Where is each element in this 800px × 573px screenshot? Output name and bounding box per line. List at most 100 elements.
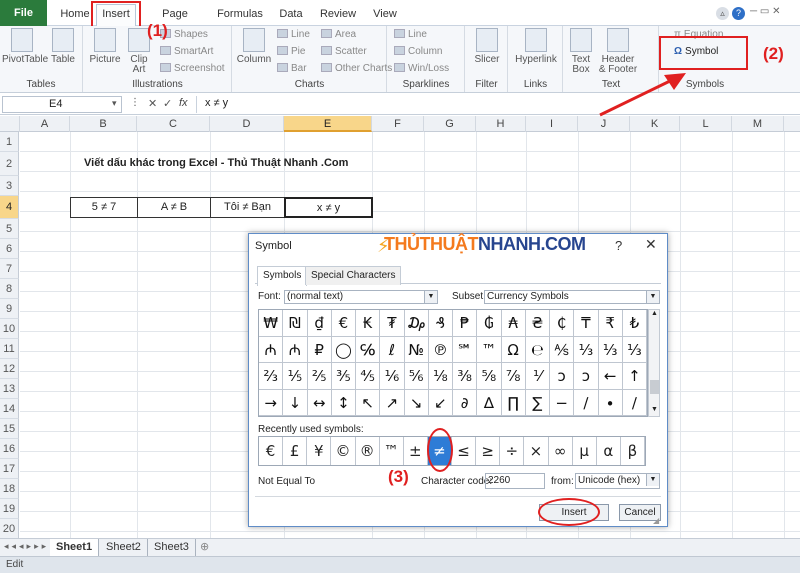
row-header-4[interactable]: 4: [0, 196, 19, 219]
symbol-cell[interactable]: ₯: [404, 310, 429, 337]
recent-symbol[interactable]: β: [621, 437, 645, 465]
bar-chart-button[interactable]: Bar: [277, 62, 307, 76]
symbol-cell[interactable]: ⅓: [598, 336, 623, 363]
row-header-9[interactable]: 9: [0, 299, 19, 319]
row-header-12[interactable]: 12: [0, 359, 19, 379]
dialog-help-button[interactable]: ?: [615, 238, 622, 253]
tab-file[interactable]: File: [0, 0, 47, 26]
recent-symbol[interactable]: µ: [573, 437, 597, 465]
row-header-7[interactable]: 7: [0, 259, 19, 279]
column-header-d[interactable]: D: [210, 116, 284, 132]
column-chart-button[interactable]: Column: [235, 28, 273, 65]
from-select[interactable]: Unicode (hex) ▼: [575, 473, 660, 489]
new-sheet-icon[interactable]: ⊕: [200, 540, 209, 553]
symbol-cell[interactable]: ⅔: [259, 363, 284, 390]
symbol-cell[interactable]: ₳: [501, 310, 526, 337]
scroll-down-icon[interactable]: ▼: [651, 406, 658, 413]
symbol-cell[interactable]: ℓ: [380, 336, 405, 363]
symbol-cell[interactable]: ₼: [283, 336, 308, 363]
line-chart-button[interactable]: Line: [277, 28, 310, 42]
column-header-g[interactable]: G: [424, 116, 476, 132]
symbol-cell[interactable]: ₫: [307, 310, 332, 337]
row-header-19[interactable]: 19: [0, 499, 19, 519]
symbol-cell[interactable]: ⅘: [356, 363, 381, 390]
column-header-a[interactable]: A: [20, 116, 70, 132]
row-header-15[interactable]: 15: [0, 419, 19, 439]
recent-symbol[interactable]: α: [597, 437, 621, 465]
subset-select[interactable]: Currency Symbols ▼: [484, 290, 660, 304]
column-header-h[interactable]: H: [476, 116, 526, 132]
scroll-thumb[interactable]: [650, 380, 659, 394]
recent-symbol[interactable]: €: [259, 437, 284, 465]
symbol-cell[interactable]: ⅕: [283, 363, 308, 390]
cell-c4[interactable]: A ≠ B: [137, 197, 211, 218]
symbol-cell[interactable]: ∑: [525, 389, 550, 416]
symbol-cell[interactable]: ₮: [380, 310, 405, 337]
symbol-cell[interactable]: ↖: [356, 389, 381, 416]
symbol-cell[interactable]: ⅛: [428, 363, 453, 390]
row-header-8[interactable]: 8: [0, 279, 19, 299]
symbol-cell[interactable]: ⅍: [550, 336, 575, 363]
char-code-input[interactable]: 2260: [485, 473, 545, 489]
help-icon[interactable]: ?: [732, 7, 745, 20]
sheet-tab-2[interactable]: Sheet2: [100, 539, 148, 556]
symbol-cell[interactable]: ⅙: [380, 363, 405, 390]
symbol-cell[interactable]: ↘: [404, 389, 429, 416]
row-header-16[interactable]: 16: [0, 439, 19, 459]
tab-symbols[interactable]: Symbols: [257, 266, 308, 286]
font-select[interactable]: (normal text) ▼: [284, 290, 438, 304]
table-button[interactable]: Table: [48, 28, 78, 65]
smartart-button[interactable]: SmartArt: [160, 45, 213, 59]
symbol-cell[interactable]: ⅓: [574, 336, 599, 363]
sheet-tab-3[interactable]: Sheet3: [148, 539, 196, 556]
symbol-cell[interactable]: ∕: [574, 389, 599, 416]
symbol-cell[interactable]: ℅: [356, 336, 381, 363]
symbol-cell[interactable]: ₲: [477, 310, 502, 337]
recent-symbol[interactable]: ¥: [307, 437, 332, 465]
row-header-1[interactable]: 1: [0, 132, 19, 152]
symbol-cell[interactable]: €: [331, 310, 356, 337]
select-all-corner[interactable]: [0, 116, 20, 132]
symbol-cell[interactable]: №: [404, 336, 429, 363]
cell-b4[interactable]: 5 ≠ 7: [70, 197, 138, 218]
symbol-cell[interactable]: ⅜: [453, 363, 478, 390]
column-header-f[interactable]: F: [372, 116, 424, 132]
recent-symbol[interactable]: ∞: [549, 437, 573, 465]
symbol-cell[interactable]: ₩: [259, 310, 284, 337]
recent-symbol[interactable]: ×: [524, 437, 549, 465]
tab-review[interactable]: Review: [318, 5, 358, 23]
symbol-cell[interactable]: ₽: [307, 336, 332, 363]
sparkline-column-button[interactable]: Column: [394, 45, 442, 59]
symbol-cell[interactable]: ↓: [283, 389, 308, 416]
sheet-tab-1[interactable]: Sheet1: [50, 539, 100, 556]
fx-icon[interactable]: fx: [179, 97, 188, 109]
recent-symbol[interactable]: ©: [331, 437, 356, 465]
tab-view[interactable]: View: [370, 5, 400, 23]
symbol-cell[interactable]: ↔: [307, 389, 332, 416]
row-header-18[interactable]: 18: [0, 479, 19, 499]
pie-chart-button[interactable]: Pie: [277, 45, 305, 59]
from-dropdown-icon[interactable]: ▼: [646, 474, 659, 486]
enter-icon[interactable]: ✓: [163, 97, 172, 110]
window-controls-icon[interactable]: ─ ▭ ✕: [750, 6, 780, 17]
tab-special-characters[interactable]: Special Characters: [305, 266, 402, 285]
symbol-cell[interactable]: ₺: [622, 310, 647, 337]
symbol-cell[interactable]: ↄ: [550, 363, 575, 390]
symbol-cell[interactable]: ∆: [477, 389, 502, 416]
symbol-cell[interactable]: ∙: [598, 389, 623, 416]
recent-symbol[interactable]: ±: [404, 437, 428, 465]
slicer-button[interactable]: Slicer: [470, 28, 504, 65]
symbol-cell[interactable]: ₴: [525, 310, 550, 337]
tab-formulas[interactable]: Formulas: [215, 5, 265, 23]
picture-button[interactable]: Picture: [88, 28, 122, 65]
dialog-close-button[interactable]: ✕: [645, 236, 657, 253]
recent-symbol[interactable]: ÷: [500, 437, 525, 465]
row-header-17[interactable]: 17: [0, 459, 19, 479]
symbol-cell[interactable]: ↗: [380, 389, 405, 416]
screenshot-button[interactable]: Screenshot: [160, 62, 225, 76]
symbol-cell[interactable]: ←: [598, 363, 623, 390]
cell-e4-active[interactable]: x ≠ y: [284, 197, 373, 218]
symbol-cell[interactable]: ₼: [259, 336, 284, 363]
column-header-c[interactable]: C: [137, 116, 210, 132]
sheet-title-cell[interactable]: Viết dấu khác trong Excel - Thủ Thuật Nh…: [84, 157, 348, 169]
